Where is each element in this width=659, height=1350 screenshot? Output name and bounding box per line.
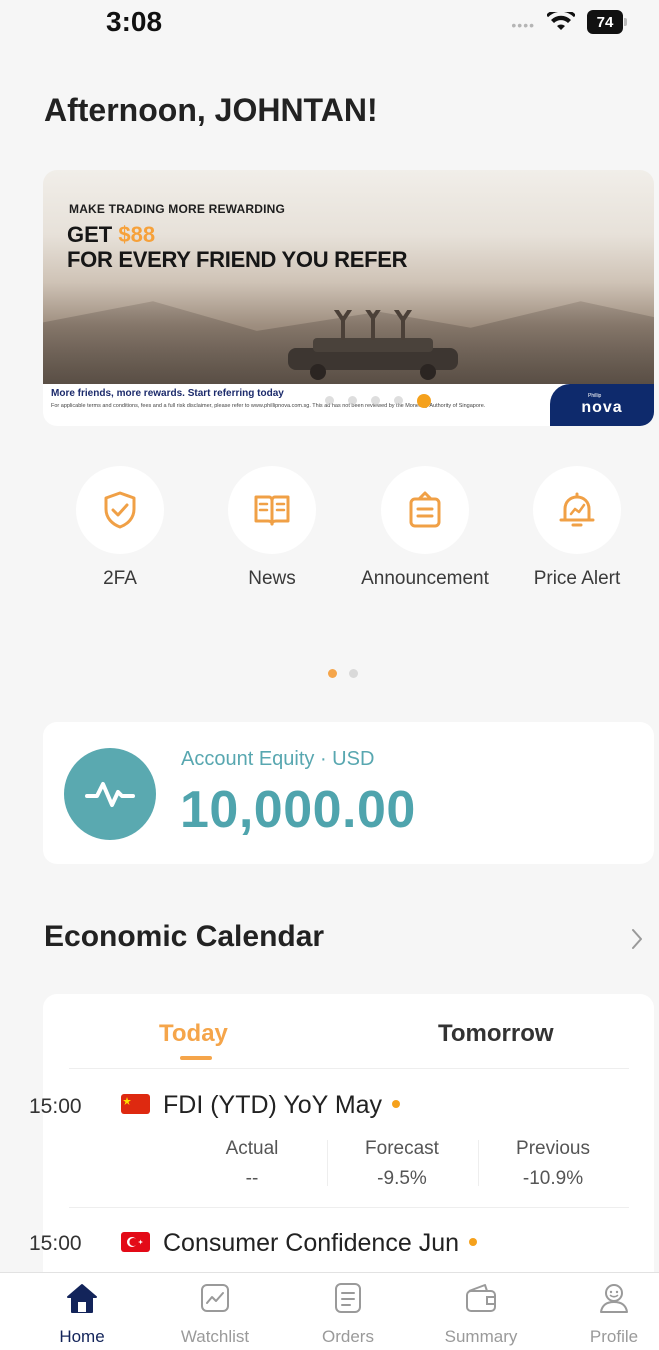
status-bar: 3:08 •••• 74 bbox=[0, 0, 659, 48]
tab-home[interactable]: Home bbox=[27, 1281, 137, 1347]
divider bbox=[69, 1207, 629, 1208]
bell-chart-icon bbox=[559, 492, 595, 527]
quick-action-label: 2FA bbox=[103, 568, 137, 589]
economic-calendar-title: Economic Calendar bbox=[44, 920, 325, 953]
wallet-icon bbox=[426, 1281, 536, 1315]
account-equity-value: 10,000.00 bbox=[180, 781, 416, 839]
account-equity-label: Account Equity · USD bbox=[181, 748, 375, 770]
tab-summary[interactable]: Summary bbox=[426, 1281, 536, 1347]
metric-actual: Actual -- bbox=[187, 1138, 317, 1190]
status-time: 3:08 bbox=[106, 6, 163, 37]
event-time: 15:00 bbox=[29, 1095, 82, 1118]
shield-check-icon bbox=[104, 491, 136, 529]
turkey-flag-icon bbox=[121, 1232, 150, 1252]
quick-actions-pagination bbox=[328, 669, 358, 678]
metric-header: Previous bbox=[516, 1138, 590, 1159]
quick-action-label: Price Alert bbox=[533, 568, 621, 589]
tab-watchlist[interactable]: Watchlist bbox=[160, 1281, 270, 1347]
metric-value: -9.5% bbox=[377, 1168, 427, 1189]
event-row[interactable]: FDI (YTD) YoY May bbox=[163, 1091, 401, 1120]
banner-dot[interactable] bbox=[394, 396, 403, 405]
banner-reward-amount: $88 bbox=[118, 222, 156, 247]
tab-tomorrow[interactable]: Tomorrow bbox=[438, 1020, 554, 1048]
tab-today[interactable]: Today bbox=[159, 1020, 228, 1048]
promo-banner[interactable]: MAKE TRADING MORE REWARDING GET $88 FOR … bbox=[43, 170, 654, 426]
divider bbox=[69, 1068, 629, 1069]
banner-headline-prefix: GET bbox=[67, 222, 119, 247]
quick-action-2fa[interactable]: 2FA bbox=[50, 466, 190, 590]
banner-car-people-illustration bbox=[288, 310, 458, 380]
bottom-tab-bar: Home Watchlist Orders Summary Profile bbox=[0, 1272, 659, 1350]
banner-pagination bbox=[325, 394, 431, 408]
quick-action-price-alert[interactable]: Price Alert bbox=[507, 466, 647, 590]
tab-label: Summary bbox=[444, 1327, 518, 1346]
tab-label: Orders bbox=[322, 1327, 374, 1346]
importance-dot bbox=[392, 1100, 401, 1109]
clipboard-icon bbox=[409, 491, 441, 528]
quick-actions: 2FA News Announcement Price Alert bbox=[74, 466, 634, 596]
tab-label: Home bbox=[59, 1327, 105, 1346]
book-icon bbox=[254, 495, 290, 526]
banner-subtitle: MAKE TRADING MORE REWARDING bbox=[69, 202, 286, 216]
user-icon bbox=[559, 1281, 659, 1315]
event-time: 15:00 bbox=[29, 1232, 82, 1255]
account-equity-card[interactable]: Account Equity · USD 10,000.00 bbox=[43, 722, 654, 864]
pager-dot[interactable] bbox=[349, 669, 358, 678]
event-row[interactable]: Consumer Confidence Jun bbox=[163, 1229, 477, 1258]
banner-dot-active[interactable] bbox=[417, 394, 431, 408]
event-name: FDI (YTD) YoY May bbox=[163, 1091, 383, 1119]
banner-headline-line1: GET $88 bbox=[67, 222, 155, 248]
quick-action-price-alert-circle[interactable] bbox=[533, 466, 621, 554]
quick-action-announcement-circle[interactable] bbox=[381, 466, 469, 554]
tab-label: Watchlist bbox=[180, 1327, 250, 1346]
tab-orders[interactable]: Orders bbox=[293, 1281, 403, 1347]
pulse-icon bbox=[64, 748, 156, 840]
metric-header: Forecast bbox=[365, 1138, 439, 1159]
banner-dot[interactable] bbox=[325, 396, 334, 405]
brand-logo: Phillip nova bbox=[550, 384, 654, 426]
column-divider bbox=[327, 1140, 328, 1186]
greeting: Afternoon, JOHNTAN! bbox=[44, 92, 378, 128]
banner-disclaimer: For applicable terms and conditions, fee… bbox=[51, 403, 486, 409]
column-divider bbox=[478, 1140, 479, 1186]
event-name: Consumer Confidence Jun bbox=[163, 1229, 459, 1257]
tab-profile[interactable]: Profile bbox=[559, 1281, 659, 1347]
banner-dot[interactable] bbox=[371, 396, 380, 405]
quick-action-news[interactable]: News bbox=[202, 466, 342, 590]
banner-dot[interactable] bbox=[348, 396, 357, 405]
quick-action-label: Announcement bbox=[361, 568, 489, 589]
metric-value: -10.9% bbox=[522, 1168, 584, 1189]
banner-headline-line2: FOR EVERY FRIEND YOU REFER bbox=[67, 247, 408, 272]
chart-icon bbox=[160, 1281, 270, 1315]
status-indicators: •••• 74 bbox=[511, 10, 627, 34]
metric-previous: Previous -10.9% bbox=[488, 1138, 618, 1190]
wifi-icon bbox=[547, 12, 575, 30]
battery-indicator: 74 bbox=[587, 10, 627, 34]
metric-value: -- bbox=[245, 1168, 259, 1189]
quick-action-2fa-circle[interactable] bbox=[76, 466, 164, 554]
document-icon bbox=[293, 1281, 403, 1315]
metric-header: Actual bbox=[225, 1138, 279, 1159]
quick-action-announcement[interactable]: Announcement bbox=[355, 466, 495, 590]
pager-dot-active[interactable] bbox=[328, 669, 337, 678]
metric-forecast: Forecast -9.5% bbox=[337, 1138, 467, 1190]
tab-label: Profile bbox=[589, 1327, 639, 1346]
active-tab-indicator bbox=[180, 1056, 212, 1060]
cellular-signal-icon: •••• bbox=[511, 17, 535, 33]
chevron-right-icon[interactable] bbox=[626, 924, 648, 954]
quick-action-news-circle[interactable] bbox=[228, 466, 316, 554]
brand-logo-name: nova bbox=[581, 399, 623, 416]
quick-action-label: News bbox=[248, 568, 296, 589]
china-flag-icon bbox=[121, 1094, 150, 1114]
importance-dot bbox=[469, 1238, 477, 1247]
banner-footer-title: More friends, more rewards. Start referr… bbox=[51, 388, 284, 399]
home-icon bbox=[27, 1281, 137, 1315]
